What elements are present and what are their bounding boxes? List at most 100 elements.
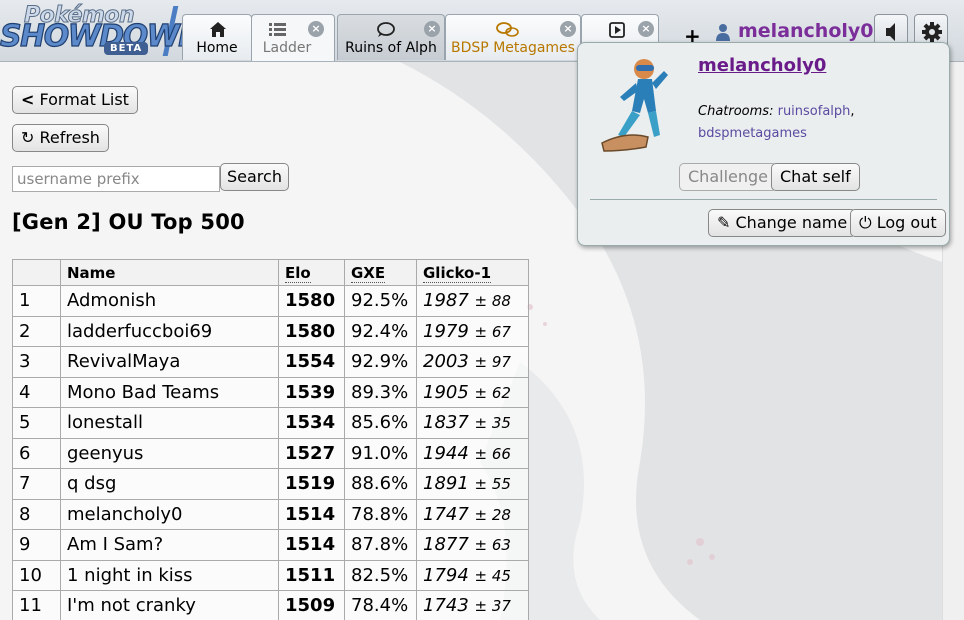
gxe-cell: 87.8% bbox=[344, 529, 417, 561]
glicko-deviation: ± 28 bbox=[474, 505, 511, 524]
rank-cell: 2 bbox=[12, 315, 61, 347]
rank-cell: 10 bbox=[12, 559, 61, 591]
glicko-cell: 1987 ± 88 bbox=[416, 285, 529, 317]
challenge-button[interactable]: Challenge bbox=[679, 163, 777, 191]
glicko-rating: 1837 bbox=[423, 412, 469, 434]
glicko-rating: 1891 bbox=[423, 473, 469, 495]
glicko-cell: 1891 ± 55 bbox=[416, 468, 529, 500]
rank-cell: 6 bbox=[12, 437, 61, 469]
gxe-column-header[interactable]: GXE bbox=[344, 259, 417, 286]
glicko-cell: 1837 ± 35 bbox=[416, 407, 529, 439]
gxe-cell: 92.4% bbox=[344, 315, 417, 347]
glicko-rating: 1944 bbox=[423, 442, 469, 464]
ladder-table: Name Elo GXE Glicko-1 1 Admonish 1580 92.5%… bbox=[12, 259, 529, 620]
player-name-cell[interactable]: Am I Sam? bbox=[60, 529, 279, 561]
elo-cell: 1554 bbox=[278, 346, 345, 378]
glicko-deviation: ± 63 bbox=[474, 536, 511, 555]
table-row: 10 1 night in kiss 1511 82.5% 1794 ± 45 bbox=[12, 559, 529, 591]
tab-ruins-label: Ruins of Alph bbox=[345, 40, 437, 56]
glicko-cell: 1794 ± 45 bbox=[416, 559, 529, 591]
rank-cell: 9 bbox=[12, 529, 61, 561]
refresh-icon: ↻ bbox=[21, 128, 35, 147]
chatroom-link-ruinsofalph[interactable]: ruinsofalph bbox=[778, 104, 851, 119]
table-row: 2 ladderfuccboi69 1580 92.4% 1979 ± 67 bbox=[12, 315, 529, 347]
tab-bdsp-metagames[interactable]: × BDSP Metagames bbox=[445, 14, 581, 60]
logo-beta-badge: BETA bbox=[104, 42, 149, 55]
table-row: 8 melancholy0 1514 78.8% 1747 ± 28 bbox=[12, 498, 529, 530]
close-bdsp-tab-icon[interactable]: × bbox=[560, 21, 576, 37]
glicko-rating: 2003 bbox=[423, 351, 469, 373]
glicko-cell: 1877 ± 63 bbox=[416, 529, 529, 561]
player-name-cell[interactable]: Admonish bbox=[60, 285, 279, 317]
player-name-cell[interactable]: geenyus bbox=[60, 437, 279, 469]
elo-cell: 1539 bbox=[278, 376, 345, 408]
close-battle-tab-icon[interactable]: × bbox=[638, 21, 654, 37]
power-icon: ⏻ bbox=[859, 213, 872, 232]
tab-ladder-label: Ladder bbox=[262, 40, 312, 56]
tab-ruins-of-alph[interactable]: × Ruins of Alph bbox=[337, 14, 445, 60]
table-row: 3 RevivalMaya 1554 92.9% 2003 ± 97 bbox=[12, 346, 529, 378]
close-ruins-tab-icon[interactable]: × bbox=[424, 21, 440, 37]
header-username[interactable]: melancholy0 bbox=[738, 20, 874, 42]
rank-cell: 7 bbox=[12, 468, 61, 500]
player-name-cell[interactable]: Mono Bad Teams bbox=[60, 376, 279, 408]
rank-column-header bbox=[12, 259, 61, 286]
user-popup: melancholy0 Chatrooms: ruinsofalph, bdsp… bbox=[577, 42, 950, 246]
log-out-label: Log out bbox=[876, 213, 937, 232]
elo-cell: 1580 bbox=[278, 285, 345, 317]
chat-self-button[interactable]: Chat self bbox=[771, 163, 860, 191]
close-ladder-tab-icon[interactable]: × bbox=[308, 21, 324, 37]
format-list-button[interactable]: < Format List bbox=[12, 86, 138, 114]
glicko-column-header[interactable]: Glicko-1 bbox=[416, 259, 529, 286]
elo-column-header[interactable]: Elo bbox=[278, 259, 345, 286]
search-button[interactable]: Search bbox=[220, 163, 289, 191]
glicko-deviation: ± 45 bbox=[474, 566, 511, 585]
trainer-avatar bbox=[601, 59, 668, 152]
rank-cell: 8 bbox=[12, 498, 61, 530]
popup-divider bbox=[590, 199, 937, 200]
glicko-deviation: ± 97 bbox=[474, 353, 511, 372]
gxe-cell: 88.6% bbox=[344, 468, 417, 500]
glicko-rating: 1743 bbox=[423, 595, 469, 617]
tab-ladder[interactable]: × Ladder bbox=[251, 14, 335, 61]
rank-cell: 3 bbox=[12, 346, 61, 378]
elo-cell: 1527 bbox=[278, 437, 345, 469]
table-row: 5 lonestall 1534 85.6% 1837 ± 35 bbox=[12, 407, 529, 439]
player-name-cell[interactable]: ladderfuccboi69 bbox=[60, 315, 279, 347]
player-name-cell[interactable]: RevivalMaya bbox=[60, 346, 279, 378]
pencil-icon: ✎ bbox=[717, 213, 731, 232]
username-search-input[interactable] bbox=[12, 166, 220, 192]
glicko-deviation: ± 66 bbox=[474, 444, 511, 463]
glicko-deviation: ± 62 bbox=[474, 383, 511, 402]
glicko-deviation: ± 88 bbox=[474, 292, 511, 311]
popup-username-link[interactable]: melancholy0 bbox=[698, 55, 826, 76]
gxe-cell: 92.5% bbox=[344, 285, 417, 317]
glicko-cell: 2003 ± 97 bbox=[416, 346, 529, 378]
chatrooms-line: Chatrooms: ruinsofalph, bdspmetagames bbox=[698, 104, 855, 141]
gxe-cell: 82.5% bbox=[344, 559, 417, 591]
change-name-label: Change name bbox=[735, 213, 848, 232]
elo-cell: 1534 bbox=[278, 407, 345, 439]
rank-cell: 1 bbox=[12, 285, 61, 317]
chatroom-link-bdspmetagames[interactable]: bdspmetagames bbox=[698, 126, 807, 141]
glicko-deviation: ± 67 bbox=[474, 322, 511, 341]
player-name-cell[interactable]: melancholy0 bbox=[60, 498, 279, 530]
glicko-cell: 1905 ± 62 bbox=[416, 376, 529, 408]
gxe-cell: 89.3% bbox=[344, 376, 417, 408]
player-name-cell[interactable]: lonestall bbox=[60, 407, 279, 439]
glicko-rating: 1905 bbox=[423, 381, 469, 403]
player-name-cell[interactable]: q dsg bbox=[60, 468, 279, 500]
chevron-left-icon: < bbox=[21, 90, 35, 109]
change-name-button[interactable]: ✎ Change name bbox=[708, 209, 857, 237]
gxe-cell: 85.6% bbox=[344, 407, 417, 439]
showdown-logo[interactable]: Pokémon SHOWDOWN! BETA bbox=[0, 2, 216, 58]
player-name-cell[interactable]: I'm not cranky bbox=[60, 590, 279, 620]
table-row: 4 Mono Bad Teams 1539 89.3% 1905 ± 62 bbox=[12, 376, 529, 408]
log-out-button[interactable]: ⏻ Log out bbox=[850, 209, 946, 237]
player-name-cell[interactable]: 1 night in kiss bbox=[60, 559, 279, 591]
refresh-button[interactable]: ↻ Refresh bbox=[12, 124, 109, 152]
glicko-cell: 1747 ± 28 bbox=[416, 498, 529, 530]
table-row: 11 I'm not cranky 1509 78.4% 1743 ± 37 bbox=[12, 590, 529, 620]
tab-home-label: Home bbox=[196, 40, 238, 56]
glicko-deviation: ± 35 bbox=[474, 414, 511, 433]
